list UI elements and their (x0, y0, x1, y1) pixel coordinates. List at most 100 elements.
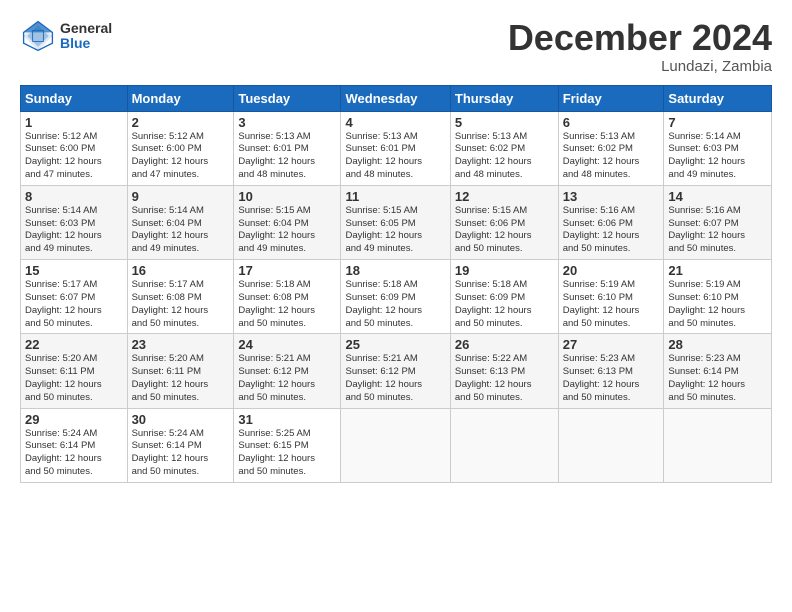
calendar-cell: 11Sunrise: 5:15 AM Sunset: 6:05 PM Dayli… (341, 185, 450, 259)
day-number: 15 (25, 263, 123, 278)
calendar-week-row: 15Sunrise: 5:17 AM Sunset: 6:07 PM Dayli… (21, 260, 772, 334)
day-info: Sunrise: 5:13 AM Sunset: 6:01 PM Dayligh… (238, 131, 336, 182)
day-info: Sunrise: 5:24 AM Sunset: 6:14 PM Dayligh… (132, 428, 230, 479)
day-number: 31 (238, 412, 336, 427)
day-number: 26 (455, 337, 554, 352)
day-number: 22 (25, 337, 123, 352)
calendar-week-row: 1Sunrise: 5:12 AM Sunset: 6:00 PM Daylig… (21, 111, 772, 185)
calendar-cell: 26Sunrise: 5:22 AM Sunset: 6:13 PM Dayli… (450, 334, 558, 408)
day-number: 24 (238, 337, 336, 352)
day-number: 20 (563, 263, 660, 278)
day-number: 12 (455, 189, 554, 204)
calendar-cell: 20Sunrise: 5:19 AM Sunset: 6:10 PM Dayli… (558, 260, 664, 334)
logo-blue-text: Blue (60, 36, 112, 51)
title-block: December 2024 Lundazi, Zambia (508, 18, 772, 75)
calendar-cell: 12Sunrise: 5:15 AM Sunset: 6:06 PM Dayli… (450, 185, 558, 259)
day-number: 1 (25, 115, 123, 130)
location: Lundazi, Zambia (508, 58, 772, 75)
day-number: 6 (563, 115, 660, 130)
day-of-week-tuesday: Tuesday (234, 85, 341, 111)
calendar-cell: 22Sunrise: 5:20 AM Sunset: 6:11 PM Dayli… (21, 334, 128, 408)
day-number: 16 (132, 263, 230, 278)
day-info: Sunrise: 5:18 AM Sunset: 6:09 PM Dayligh… (345, 279, 445, 330)
day-info: Sunrise: 5:16 AM Sunset: 6:07 PM Dayligh… (668, 205, 767, 256)
calendar-cell: 24Sunrise: 5:21 AM Sunset: 6:12 PM Dayli… (234, 334, 341, 408)
calendar-cell: 14Sunrise: 5:16 AM Sunset: 6:07 PM Dayli… (664, 185, 772, 259)
day-info: Sunrise: 5:20 AM Sunset: 6:11 PM Dayligh… (25, 353, 123, 404)
logo-icon (20, 18, 56, 54)
day-number: 30 (132, 412, 230, 427)
day-number: 10 (238, 189, 336, 204)
calendar-cell: 17Sunrise: 5:18 AM Sunset: 6:08 PM Dayli… (234, 260, 341, 334)
day-number: 21 (668, 263, 767, 278)
day-number: 27 (563, 337, 660, 352)
calendar-cell: 18Sunrise: 5:18 AM Sunset: 6:09 PM Dayli… (341, 260, 450, 334)
calendar-week-row: 29Sunrise: 5:24 AM Sunset: 6:14 PM Dayli… (21, 408, 772, 482)
calendar-cell: 19Sunrise: 5:18 AM Sunset: 6:09 PM Dayli… (450, 260, 558, 334)
calendar-cell: 27Sunrise: 5:23 AM Sunset: 6:13 PM Dayli… (558, 334, 664, 408)
day-info: Sunrise: 5:14 AM Sunset: 6:03 PM Dayligh… (668, 131, 767, 182)
day-info: Sunrise: 5:23 AM Sunset: 6:14 PM Dayligh… (668, 353, 767, 404)
day-info: Sunrise: 5:18 AM Sunset: 6:09 PM Dayligh… (455, 279, 554, 330)
day-info: Sunrise: 5:18 AM Sunset: 6:08 PM Dayligh… (238, 279, 336, 330)
calendar-cell: 25Sunrise: 5:21 AM Sunset: 6:12 PM Dayli… (341, 334, 450, 408)
day-number: 4 (345, 115, 445, 130)
calendar-cell: 1Sunrise: 5:12 AM Sunset: 6:00 PM Daylig… (21, 111, 128, 185)
day-info: Sunrise: 5:21 AM Sunset: 6:12 PM Dayligh… (345, 353, 445, 404)
day-info: Sunrise: 5:15 AM Sunset: 6:06 PM Dayligh… (455, 205, 554, 256)
day-info: Sunrise: 5:15 AM Sunset: 6:05 PM Dayligh… (345, 205, 445, 256)
day-number: 8 (25, 189, 123, 204)
day-info: Sunrise: 5:13 AM Sunset: 6:02 PM Dayligh… (563, 131, 660, 182)
calendar-week-row: 8Sunrise: 5:14 AM Sunset: 6:03 PM Daylig… (21, 185, 772, 259)
logo: General Blue (20, 18, 112, 54)
day-info: Sunrise: 5:15 AM Sunset: 6:04 PM Dayligh… (238, 205, 336, 256)
calendar-cell: 10Sunrise: 5:15 AM Sunset: 6:04 PM Dayli… (234, 185, 341, 259)
calendar-cell (450, 408, 558, 482)
day-number: 9 (132, 189, 230, 204)
day-of-week-monday: Monday (127, 85, 234, 111)
day-info: Sunrise: 5:21 AM Sunset: 6:12 PM Dayligh… (238, 353, 336, 404)
day-number: 2 (132, 115, 230, 130)
calendar-cell: 6Sunrise: 5:13 AM Sunset: 6:02 PM Daylig… (558, 111, 664, 185)
header: General Blue December 2024 Lundazi, Zamb… (20, 18, 772, 75)
day-of-week-friday: Friday (558, 85, 664, 111)
day-number: 18 (345, 263, 445, 278)
calendar-cell: 7Sunrise: 5:14 AM Sunset: 6:03 PM Daylig… (664, 111, 772, 185)
day-number: 7 (668, 115, 767, 130)
day-info: Sunrise: 5:23 AM Sunset: 6:13 PM Dayligh… (563, 353, 660, 404)
calendar-week-row: 22Sunrise: 5:20 AM Sunset: 6:11 PM Dayli… (21, 334, 772, 408)
calendar-cell: 31Sunrise: 5:25 AM Sunset: 6:15 PM Dayli… (234, 408, 341, 482)
day-info: Sunrise: 5:17 AM Sunset: 6:08 PM Dayligh… (132, 279, 230, 330)
calendar-cell: 4Sunrise: 5:13 AM Sunset: 6:01 PM Daylig… (341, 111, 450, 185)
calendar-cell: 9Sunrise: 5:14 AM Sunset: 6:04 PM Daylig… (127, 185, 234, 259)
day-number: 29 (25, 412, 123, 427)
calendar-cell: 15Sunrise: 5:17 AM Sunset: 6:07 PM Dayli… (21, 260, 128, 334)
calendar-cell: 13Sunrise: 5:16 AM Sunset: 6:06 PM Dayli… (558, 185, 664, 259)
calendar-cell: 8Sunrise: 5:14 AM Sunset: 6:03 PM Daylig… (21, 185, 128, 259)
day-info: Sunrise: 5:14 AM Sunset: 6:03 PM Dayligh… (25, 205, 123, 256)
calendar-cell (664, 408, 772, 482)
day-number: 25 (345, 337, 445, 352)
day-info: Sunrise: 5:16 AM Sunset: 6:06 PM Dayligh… (563, 205, 660, 256)
calendar-cell: 3Sunrise: 5:13 AM Sunset: 6:01 PM Daylig… (234, 111, 341, 185)
month-title: December 2024 (508, 18, 772, 58)
calendar-cell: 30Sunrise: 5:24 AM Sunset: 6:14 PM Dayli… (127, 408, 234, 482)
day-number: 11 (345, 189, 445, 204)
calendar-cell: 5Sunrise: 5:13 AM Sunset: 6:02 PM Daylig… (450, 111, 558, 185)
day-of-week-sunday: Sunday (21, 85, 128, 111)
day-info: Sunrise: 5:19 AM Sunset: 6:10 PM Dayligh… (668, 279, 767, 330)
day-info: Sunrise: 5:24 AM Sunset: 6:14 PM Dayligh… (25, 428, 123, 479)
calendar-cell (558, 408, 664, 482)
calendar-cell (341, 408, 450, 482)
day-info: Sunrise: 5:12 AM Sunset: 6:00 PM Dayligh… (25, 131, 123, 182)
day-info: Sunrise: 5:17 AM Sunset: 6:07 PM Dayligh… (25, 279, 123, 330)
day-info: Sunrise: 5:19 AM Sunset: 6:10 PM Dayligh… (563, 279, 660, 330)
day-number: 23 (132, 337, 230, 352)
day-info: Sunrise: 5:14 AM Sunset: 6:04 PM Dayligh… (132, 205, 230, 256)
day-info: Sunrise: 5:12 AM Sunset: 6:00 PM Dayligh… (132, 131, 230, 182)
day-number: 14 (668, 189, 767, 204)
calendar-table: SundayMondayTuesdayWednesdayThursdayFrid… (20, 85, 772, 483)
calendar-cell: 21Sunrise: 5:19 AM Sunset: 6:10 PM Dayli… (664, 260, 772, 334)
logo-text: General Blue (60, 21, 112, 52)
calendar-cell: 28Sunrise: 5:23 AM Sunset: 6:14 PM Dayli… (664, 334, 772, 408)
